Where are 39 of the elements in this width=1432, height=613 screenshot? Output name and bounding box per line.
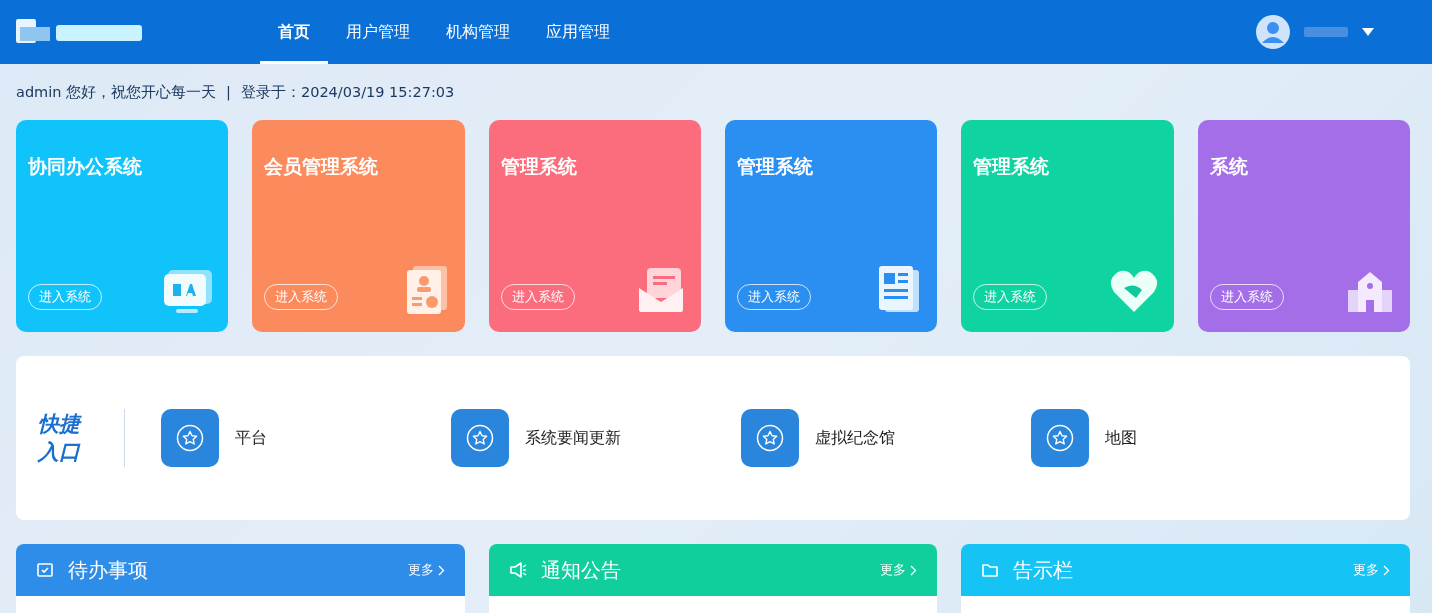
system-title: 系统 [1209,154,1249,179]
username-redacted [1304,27,1348,37]
system-title: 管理系统 [737,154,814,179]
system-card[interactable]: 管理系统 进入系统 [725,120,938,332]
nav-tab[interactable]: 用户管理 [328,0,428,64]
quick-title: 快捷入口 [38,411,83,466]
nav-tab[interactable]: 首页 [260,0,328,64]
system-title: 协同办公系统 [28,154,143,179]
calendar-check-icon [36,561,54,579]
panel-title: 通知公告 [540,556,621,584]
more-link[interactable]: 更多 [1353,561,1390,579]
quick-link[interactable]: 平台 [161,409,451,467]
more-link[interactable]: 更多 [407,561,445,579]
system-title: 管理系统 [500,154,578,179]
quick-link[interactable]: 地图 [1031,409,1321,467]
more-link[interactable]: 更多 [880,561,918,579]
system-card[interactable]: 会员管理系统 进入系统 [252,120,465,332]
avatar-icon[interactable] [1256,15,1290,49]
system-card[interactable]: 管理系统 进入系统 [488,120,701,332]
system-card[interactable]: 系统 进入系统 [1197,120,1410,332]
panel-title: 待办事项 [68,556,148,584]
folder-icon [981,561,1000,579]
chevron-icon [910,564,918,576]
quick-link[interactable]: 系统要闻更新 [451,409,741,467]
chevron-icon [437,564,445,576]
login-time: 登录于：2024/03/19 15:27:03 [240,82,455,102]
nav-tab[interactable]: 应用管理 [528,0,628,64]
panel-title: 告示栏 [1013,556,1074,584]
nav-tab[interactable]: 机构管理 [428,0,528,64]
system-title: 管理系统 [973,154,1051,179]
system-card[interactable]: 协同办公系统 进入系统 [16,120,229,332]
separator: | [226,84,231,100]
chevron-icon [1383,564,1390,576]
speaker-icon [508,561,527,579]
quick-link[interactable]: 虚拟纪念馆 [741,409,1031,467]
caret-icon[interactable] [1362,28,1374,36]
system-card[interactable]: 管理系统 进入系统 [961,120,1174,332]
greeting-text: admin 您好，祝您开心每一天 [16,82,217,102]
system-title: 会员管理系统 [264,154,380,179]
